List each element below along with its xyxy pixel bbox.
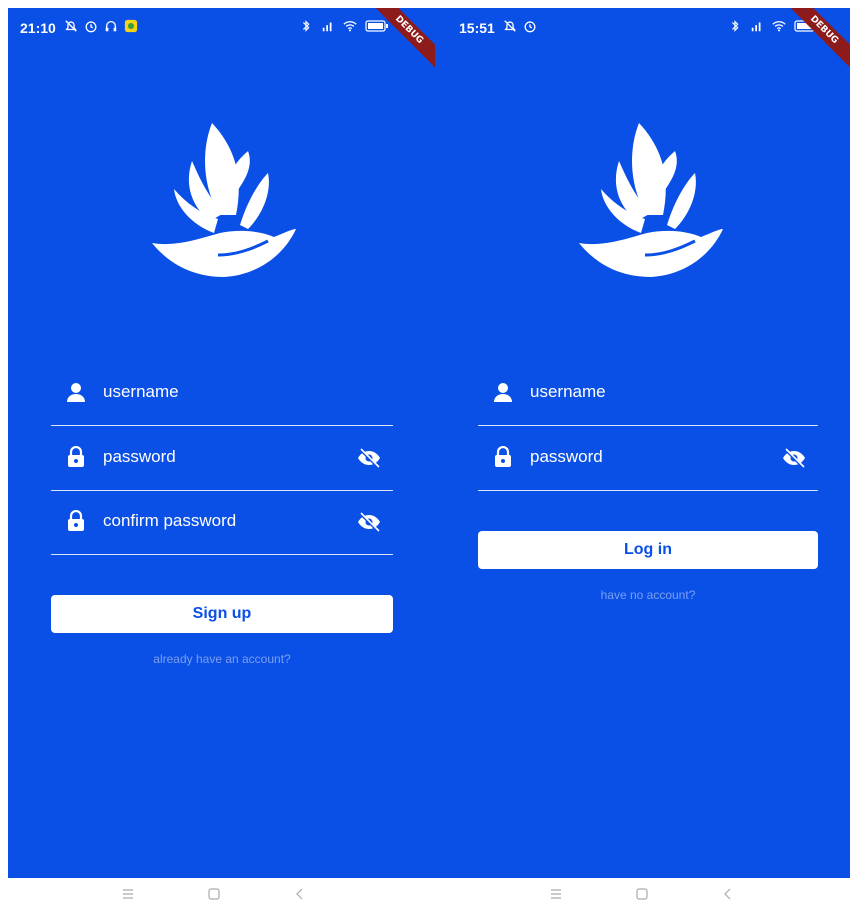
status-time: 21:10: [20, 20, 56, 36]
confirm-password-field[interactable]: confirm password: [51, 490, 393, 555]
signup-button[interactable]: Sign up: [51, 595, 393, 633]
username-placeholder: username: [530, 382, 606, 401]
hand-with-antlers-logo-icon: [152, 123, 296, 277]
signup-link[interactable]: have no account?: [478, 588, 818, 602]
home-icon[interactable]: [206, 886, 222, 902]
headphones-icon: [105, 20, 117, 32]
status-bar: 21:10: [8, 8, 435, 52]
password-field[interactable]: password: [478, 426, 818, 491]
alarm-icon: [85, 21, 97, 33]
lock-icon: [68, 510, 84, 531]
signup-screen: 21:10 DEBUG username password confirm pa…: [8, 8, 435, 878]
back-icon[interactable]: [720, 886, 736, 902]
app-notification-icon: [124, 19, 138, 33]
nav-bar-left: [120, 878, 308, 910]
bluetooth-icon: [731, 20, 739, 32]
lock-icon: [68, 446, 84, 467]
person-icon: [494, 383, 512, 402]
login-link[interactable]: already have an account?: [51, 652, 393, 666]
username-field[interactable]: username: [478, 361, 818, 426]
battery-icon: [365, 20, 388, 32]
password-field[interactable]: password: [51, 426, 393, 491]
back-icon[interactable]: [292, 886, 308, 902]
username-placeholder: username: [103, 382, 179, 401]
eye-off-icon[interactable]: [357, 446, 381, 470]
lock-icon: [495, 446, 511, 467]
menu-icon[interactable]: [120, 886, 136, 902]
password-placeholder: password: [103, 447, 176, 466]
username-field[interactable]: username: [51, 361, 393, 426]
alarm-icon: [524, 21, 536, 33]
confirm-password-placeholder: confirm password: [103, 511, 237, 530]
status-bar: 15:51: [435, 8, 850, 52]
bluetooth-icon: [302, 20, 310, 32]
login-button[interactable]: Log in: [478, 531, 818, 569]
wifi-icon: [772, 21, 786, 32]
status-time: 15:51: [459, 20, 495, 36]
notification-off-icon: [504, 20, 516, 32]
hand-with-antlers-logo-icon: [579, 123, 723, 277]
person-icon: [67, 383, 85, 402]
wifi-icon: [343, 21, 357, 32]
eye-off-icon[interactable]: [782, 446, 806, 470]
signal-icon: [751, 22, 761, 32]
menu-icon[interactable]: [548, 886, 564, 902]
login-screen: 15:51 DEBUG username password Log in hav…: [435, 8, 850, 878]
nav-bar-right: [548, 878, 736, 910]
signal-icon: [322, 22, 332, 32]
notification-off-icon: [65, 20, 77, 32]
home-icon[interactable]: [634, 886, 650, 902]
password-placeholder: password: [530, 447, 603, 466]
eye-off-icon[interactable]: [357, 510, 381, 534]
